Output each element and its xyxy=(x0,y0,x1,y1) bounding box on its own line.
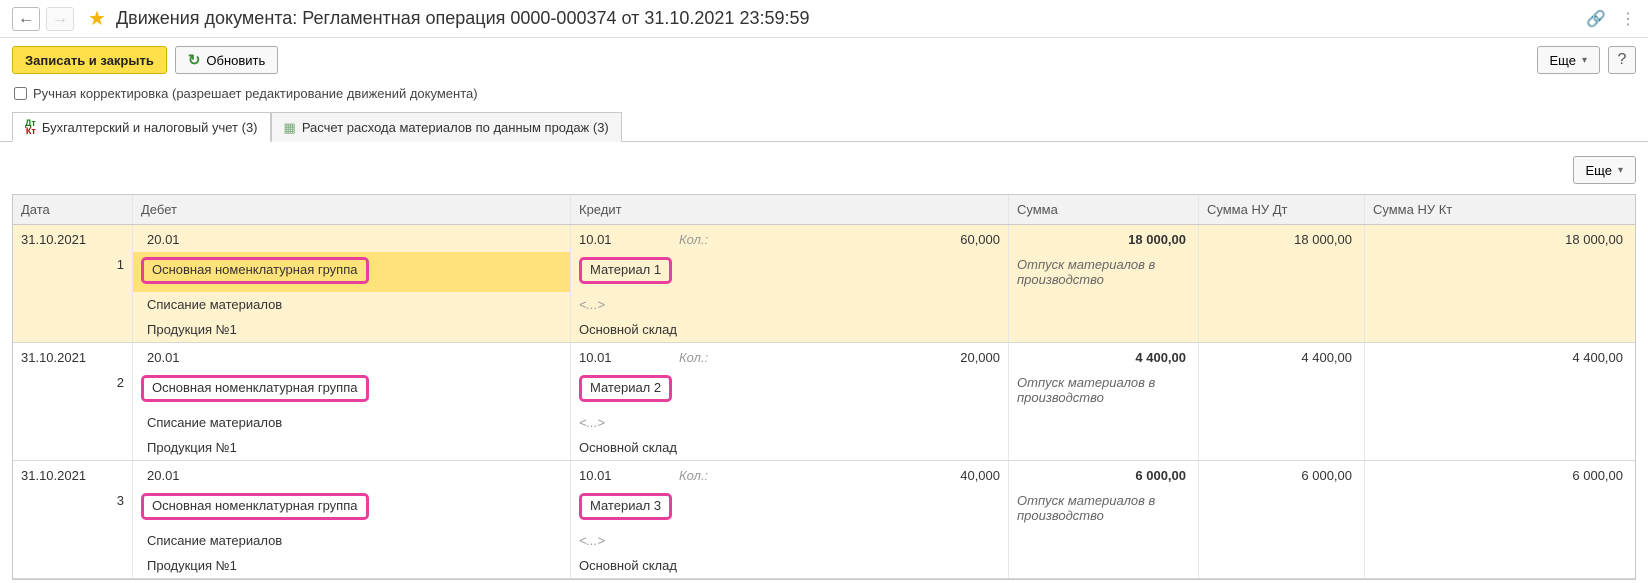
cell-credit-item: Материал 3 xyxy=(571,488,1009,528)
manual-edit-row: Ручная корректировка (разрешает редактир… xyxy=(0,82,1648,111)
col-sum[interactable]: Сумма xyxy=(1009,195,1199,224)
cell-debit-l4: Продукция №1 xyxy=(133,553,571,578)
cell-nudt: 18 000,00 xyxy=(1199,225,1365,252)
save-and-close-button[interactable]: Записать и закрыть xyxy=(12,46,167,74)
col-nudt[interactable]: Сумма НУ Дт xyxy=(1199,195,1365,224)
table-row[interactable]: 31.10.202120.0110.01Кол.:60,00018 000,00… xyxy=(13,225,1635,343)
nav-back-button[interactable]: ← xyxy=(12,7,40,31)
cell-credit-l3: <...> xyxy=(571,292,1009,317)
cell-date: 31.10.2021 xyxy=(13,225,133,252)
cell-date: 31.10.2021 xyxy=(13,461,133,488)
grid-icon: ▦ xyxy=(284,120,296,136)
favorite-star-icon[interactable]: ★ xyxy=(88,6,106,31)
cell-desc: Отпуск материалов в производство xyxy=(1009,370,1199,410)
table-row[interactable]: 31.10.202120.0110.01Кол.:20,0004 400,004… xyxy=(13,343,1635,461)
help-button[interactable]: ? xyxy=(1608,46,1636,74)
manual-edit-label: Ручная корректировка (разрешает редактир… xyxy=(33,86,478,101)
cell-debit-l4: Продукция №1 xyxy=(133,317,571,342)
kebab-menu-icon[interactable]: ⋮ xyxy=(1620,9,1636,29)
refresh-icon: ↻ xyxy=(188,51,201,69)
grid-more-button[interactable]: Еще xyxy=(1573,156,1636,184)
tab-material-calc-label: Расчет расхода материалов по данным прод… xyxy=(302,120,609,135)
link-icon[interactable]: 🔗 xyxy=(1586,9,1606,29)
cell-desc: Отпуск материалов в производство xyxy=(1009,488,1199,528)
cell-debit-group: Основная номенклатурная группа xyxy=(133,488,571,528)
cell-rownum: 1 xyxy=(13,252,133,292)
cell-credit-item: Материал 2 xyxy=(571,370,1009,410)
cell-credit-l3: <...> xyxy=(571,528,1009,553)
cell-nukt: 4 400,00 xyxy=(1365,343,1635,370)
col-date[interactable]: Дата xyxy=(13,195,133,224)
cell-desc: Отпуск материалов в производство xyxy=(1009,252,1199,292)
tab-accounting[interactable]: ДтКт Бухгалтерский и налоговый учет (3) xyxy=(12,112,271,142)
manual-edit-checkbox[interactable] xyxy=(14,87,27,100)
cell-credit-l4: Основной склад xyxy=(571,435,1009,460)
cell-debit-group: Основная номенклатурная группа xyxy=(133,370,571,410)
cell-nudt: 6 000,00 xyxy=(1199,461,1365,488)
cell-sum: 6 000,00 xyxy=(1009,461,1199,488)
nav-forward-button[interactable]: → xyxy=(46,7,74,31)
cell-debit-acc: 20.01 xyxy=(133,461,571,488)
entries-grid: Дата Дебет Кредит Сумма Сумма НУ Дт Сумм… xyxy=(12,194,1636,580)
cell-credit-acc: 10.01Кол.:20,000 xyxy=(571,343,1009,370)
cell-debit-l4: Продукция №1 xyxy=(133,435,571,460)
grid-toolbar: Еще xyxy=(0,142,1648,194)
cell-sum: 4 400,00 xyxy=(1009,343,1199,370)
col-nukt[interactable]: Сумма НУ Кт xyxy=(1365,195,1635,224)
cell-credit-acc: 10.01Кол.:40,000 xyxy=(571,461,1009,488)
cell-date: 31.10.2021 xyxy=(13,343,133,370)
more-button[interactable]: Еще xyxy=(1537,46,1600,74)
grid-header: Дата Дебет Кредит Сумма Сумма НУ Дт Сумм… xyxy=(13,195,1635,225)
cell-rownum: 3 xyxy=(13,488,133,528)
cell-credit-l4: Основной склад xyxy=(571,553,1009,578)
cell-credit-l4: Основной склад xyxy=(571,317,1009,342)
cell-sum: 18 000,00 xyxy=(1009,225,1199,252)
main-toolbar: Записать и закрыть ↻ Обновить Еще ? xyxy=(0,38,1648,82)
refresh-button[interactable]: ↻ Обновить xyxy=(175,46,278,74)
dtkt-icon: ДтКт xyxy=(25,119,36,135)
cell-rownum: 2 xyxy=(13,370,133,410)
tab-accounting-label: Бухгалтерский и налоговый учет (3) xyxy=(42,120,258,135)
refresh-label: Обновить xyxy=(206,53,265,68)
cell-debit-l3: Списание материалов xyxy=(133,410,571,435)
cell-debit-acc: 20.01 xyxy=(133,225,571,252)
col-credit[interactable]: Кредит xyxy=(571,195,1009,224)
titlebar: ← → ★ Движения документа: Регламентная о… xyxy=(0,0,1648,38)
cell-credit-item: Материал 1 xyxy=(571,252,1009,292)
window-title: Движения документа: Регламентная операци… xyxy=(116,8,1580,29)
cell-debit-l3: Списание материалов xyxy=(133,292,571,317)
cell-nukt: 18 000,00 xyxy=(1365,225,1635,252)
tab-material-calc[interactable]: ▦ Расчет расхода материалов по данным пр… xyxy=(271,112,622,142)
tabs-bar: ДтКт Бухгалтерский и налоговый учет (3) … xyxy=(0,111,1648,142)
col-debit[interactable]: Дебет xyxy=(133,195,571,224)
cell-nudt: 4 400,00 xyxy=(1199,343,1365,370)
cell-debit-acc: 20.01 xyxy=(133,343,571,370)
cell-debit-group: Основная номенклатурная группа xyxy=(133,252,571,292)
cell-credit-acc: 10.01Кол.:60,000 xyxy=(571,225,1009,252)
cell-nukt: 6 000,00 xyxy=(1365,461,1635,488)
table-row[interactable]: 31.10.202120.0110.01Кол.:40,0006 000,006… xyxy=(13,461,1635,579)
cell-credit-l3: <...> xyxy=(571,410,1009,435)
cell-debit-l3: Списание материалов xyxy=(133,528,571,553)
